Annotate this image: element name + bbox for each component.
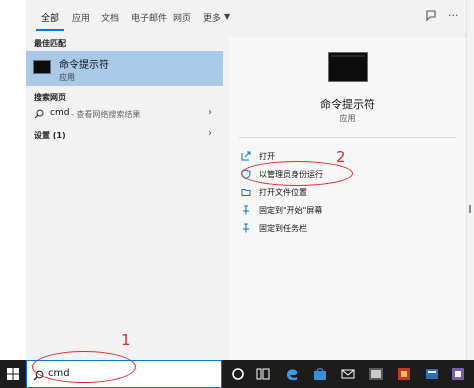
action-label: 打开 xyxy=(259,152,275,161)
scroll-indicator xyxy=(469,205,471,213)
store-icon[interactable] xyxy=(312,366,328,382)
step-number-2: 2 xyxy=(336,148,346,166)
command-prompt-icon xyxy=(328,52,368,82)
app-icon[interactable] xyxy=(450,366,466,382)
best-match-title: 命令提示符 xyxy=(59,60,109,71)
web-section-label: 搜索网页 xyxy=(34,93,66,102)
windows-logo-icon[interactable] xyxy=(0,360,26,388)
step-number-1: 1 xyxy=(121,331,131,349)
action-label: 固定到"开始"屏幕 xyxy=(259,206,323,215)
preview-title: 命令提示符 xyxy=(320,98,375,111)
more-options-icon[interactable]: ··· xyxy=(448,9,459,22)
cortana-icon[interactable] xyxy=(230,366,246,382)
action-label: 固定到任务栏 xyxy=(259,224,307,233)
settings-section-label[interactable]: 设置 (1) xyxy=(34,130,66,141)
desktop-background xyxy=(0,0,26,360)
tab-web[interactable]: 网页 xyxy=(173,11,191,24)
divider xyxy=(239,137,456,138)
pin-icon xyxy=(243,205,249,215)
icon-titlebar xyxy=(331,55,365,57)
best-match-result[interactable]: 命令提示符 应用 xyxy=(26,51,223,86)
web-search-result[interactable]: cmd - 查看网络搜索结果 › xyxy=(26,106,223,124)
app-icon[interactable] xyxy=(396,366,412,382)
results-list: 最佳匹配 命令提示符 应用 搜索网页 cmd - 查看网络搜索结果 › 设置 (… xyxy=(26,34,223,360)
action-label: 打开文件位置 xyxy=(259,188,307,197)
chevron-right-icon[interactable]: › xyxy=(208,107,212,118)
search-icon xyxy=(34,109,44,119)
pin-icon xyxy=(243,223,249,233)
feedback-icon[interactable] xyxy=(424,9,438,23)
app-icon[interactable] xyxy=(368,366,384,382)
chevron-down-icon[interactable]: ▼ xyxy=(224,12,230,21)
tab-email[interactable]: 电子邮件 xyxy=(131,11,167,24)
start-search-panel: 全部 应用 文档 电子邮件 网页 更多 ▼ ··· 最佳匹配 命令提示符 应用 … xyxy=(26,0,466,360)
best-match-label: 最佳匹配 xyxy=(34,39,66,48)
task-view-icon[interactable] xyxy=(255,366,271,382)
action-pin-to-start[interactable]: 固定到"开始"屏幕 xyxy=(241,203,441,219)
action-open-file-location[interactable]: 打开文件位置 xyxy=(241,185,441,201)
command-prompt-icon xyxy=(33,60,51,74)
folder-icon xyxy=(241,189,251,196)
web-search-hint: - 查看网络搜索结果 xyxy=(71,110,141,119)
tab-all[interactable]: 全部 xyxy=(41,11,59,24)
web-search-query: cmd xyxy=(50,108,70,118)
best-match-subtitle: 应用 xyxy=(59,73,75,82)
tab-documents[interactable]: 文档 xyxy=(101,11,119,24)
mail-icon[interactable] xyxy=(340,366,356,382)
tab-more[interactable]: 更多 xyxy=(203,11,221,24)
tab-apps[interactable]: 应用 xyxy=(72,11,90,24)
search-header: 全部 应用 文档 电子邮件 网页 更多 ▼ ··· xyxy=(26,0,466,34)
preview-subtitle: 应用 xyxy=(339,114,356,123)
preview-pane: 命令提示符 应用 打开 以管理员身份运行 打开文件位置 固定到"开始"屏幕 固定… xyxy=(229,37,466,360)
window-edge xyxy=(466,0,474,360)
action-pin-to-taskbar[interactable]: 固定到任务栏 xyxy=(241,221,441,237)
highlight-ellipse xyxy=(32,351,136,383)
chevron-right-icon[interactable]: › xyxy=(208,128,212,139)
app-icon[interactable] xyxy=(424,366,440,382)
active-tab-indicator xyxy=(36,29,64,31)
edge-icon[interactable] xyxy=(284,366,300,382)
open-icon xyxy=(241,151,251,161)
